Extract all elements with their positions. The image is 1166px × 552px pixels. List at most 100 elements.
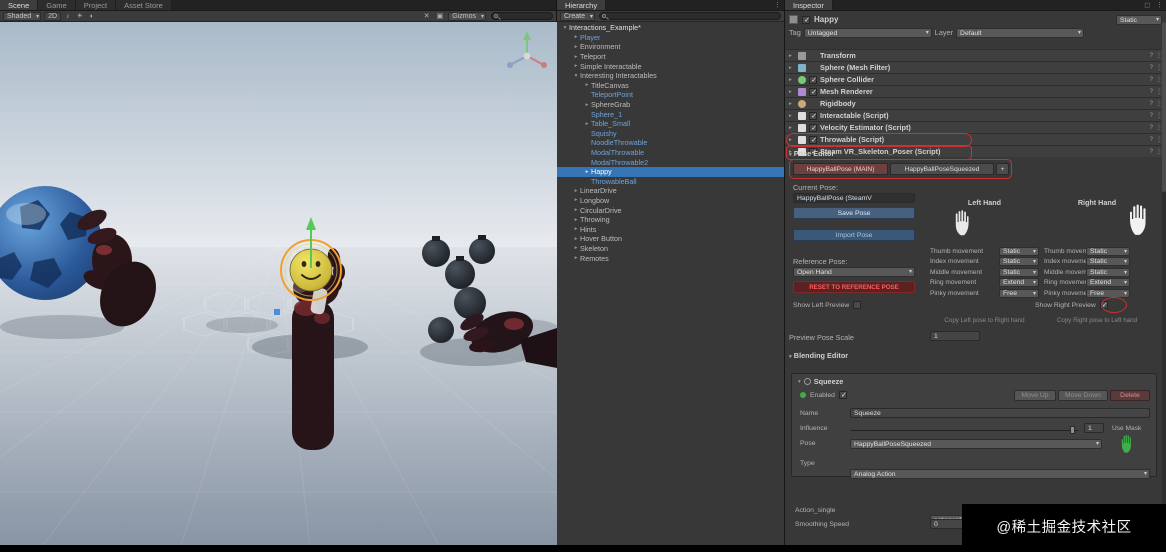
- foldout-arrow-icon[interactable]: ▸: [572, 226, 580, 232]
- help-icon[interactable]: ?: [1150, 125, 1153, 131]
- foldout-arrow-icon[interactable]: ▸: [572, 197, 580, 203]
- scene-lighting-icon[interactable]: ☀: [75, 12, 85, 20]
- foldout-arrow-icon[interactable]: ▸: [572, 34, 580, 40]
- preview-pose-scale-field[interactable]: 1: [930, 331, 980, 341]
- foldout-arrow-icon[interactable]: ▸: [572, 255, 580, 261]
- foldout-arrow-icon[interactable]: ▾: [572, 73, 580, 79]
- help-icon[interactable]: ?: [1150, 65, 1153, 71]
- add-pose-tab-button[interactable]: +: [996, 163, 1009, 175]
- panel-tab[interactable]: Asset Store: [116, 0, 172, 10]
- move-gizmo-handle[interactable]: [274, 309, 280, 315]
- finger-movement-dropdown-right[interactable]: Static: [1086, 257, 1130, 267]
- pose-editor-foldout[interactable]: ▾ Pose Editor: [789, 149, 834, 158]
- foldout-arrow-icon[interactable]: ▸: [572, 63, 580, 69]
- foldout-arrow-icon[interactable]: ▸: [789, 113, 795, 119]
- hierarchy-item[interactable]: ▸ CircularDrive: [557, 205, 784, 215]
- gameobject-name[interactable]: Happy: [814, 15, 838, 24]
- component-enabled-checkbox[interactable]: [809, 123, 818, 132]
- tag-dropdown[interactable]: Untagged: [803, 27, 932, 38]
- foldout-arrow-icon[interactable]: ▸: [789, 101, 795, 107]
- hierarchy-item[interactable]: ▸ Player: [557, 33, 784, 43]
- finger-movement-dropdown-right[interactable]: Extend: [1086, 278, 1130, 288]
- hierarchy-item[interactable]: ▸ Happy: [557, 166, 784, 177]
- component-header[interactable]: ▸ Rigidbody ? ⋮: [785, 97, 1166, 109]
- finger-movement-dropdown-left[interactable]: Extend: [999, 278, 1039, 288]
- finger-movement-dropdown-left[interactable]: Static: [999, 267, 1039, 277]
- component-header[interactable]: ▸ Mesh Renderer ? ⋮: [785, 85, 1166, 97]
- hierarchy-item[interactable]: NoodleThrowable: [557, 138, 784, 148]
- layer-dropdown[interactable]: Default: [956, 27, 1085, 38]
- hierarchy-item[interactable]: ModalThrowable: [557, 148, 784, 158]
- hierarchy-item[interactable]: ▸ Longbow: [557, 196, 784, 206]
- create-dropdown[interactable]: Create: [560, 11, 596, 21]
- copy-left-to-right-button[interactable]: Copy Left pose to Right hand: [930, 317, 1039, 324]
- component-header[interactable]: ▸ Interactable (Script) ? ⋮: [785, 109, 1166, 121]
- component-enabled-checkbox[interactable]: [809, 111, 818, 120]
- hierarchy-item[interactable]: ▸ Hints: [557, 224, 784, 234]
- foldout-arrow-icon[interactable]: ▸: [789, 53, 795, 59]
- finger-movement-dropdown-left[interactable]: Static: [999, 257, 1039, 267]
- influence-slider[interactable]: [850, 426, 1078, 434]
- influence-slider-handle[interactable]: [1070, 426, 1075, 434]
- influence-value-field[interactable]: 1: [1084, 423, 1104, 433]
- hierarchy-item[interactable]: ▸ Remotes: [557, 253, 784, 263]
- component-header[interactable]: ▸ Transform ? ⋮: [785, 49, 1166, 61]
- import-pose-button[interactable]: Import Pose: [793, 229, 915, 241]
- hierarchy-item[interactable]: Squishy: [557, 129, 784, 139]
- finger-movement-dropdown-right[interactable]: Free: [1086, 288, 1130, 298]
- foldout-arrow-icon[interactable]: ▸: [789, 77, 795, 83]
- foldout-arrow-icon[interactable]: ▸: [789, 125, 795, 131]
- foldout-arrow-icon[interactable]: ▸: [572, 54, 580, 60]
- component-enabled-checkbox[interactable]: [809, 87, 818, 96]
- gizmos-dropdown[interactable]: Gizmos: [448, 11, 486, 21]
- foldout-arrow-icon[interactable]: ▸: [583, 102, 591, 108]
- move-up-button[interactable]: Move Up: [1014, 390, 1056, 401]
- scene-tool-icon-1[interactable]: ✕: [422, 12, 432, 20]
- foldout-arrow-icon[interactable]: ▾: [798, 379, 801, 385]
- component-enabled-checkbox[interactable]: [809, 135, 818, 144]
- hierarchy-item[interactable]: ▸ Simple Interactable: [557, 61, 784, 71]
- component-header[interactable]: ▸ Sphere Collider ? ⋮: [785, 73, 1166, 85]
- hierarchy-tab[interactable]: Hierarchy: [557, 0, 607, 10]
- hierarchy-menu-icon[interactable]: ⋮: [771, 0, 784, 10]
- foldout-arrow-icon[interactable]: ▸: [789, 137, 795, 143]
- mask-hand-icon[interactable]: [1120, 434, 1133, 459]
- reset-reference-pose-button[interactable]: RESET TO REFERENCE POSE: [793, 281, 915, 293]
- pose-tab-squeezed[interactable]: HappyBallPoseSqueezed: [890, 163, 994, 175]
- enabled-checkbox[interactable]: [838, 391, 848, 399]
- finger-movement-dropdown-left[interactable]: Free: [999, 288, 1039, 298]
- finger-movement-dropdown-left[interactable]: Static: [999, 247, 1039, 256]
- hierarchy-item[interactable]: ▸ Hover Button: [557, 234, 784, 244]
- foldout-arrow-icon[interactable]: ▾: [561, 25, 569, 31]
- type-dropdown[interactable]: Analog Action: [850, 469, 1150, 479]
- panel-tab[interactable]: Game: [38, 0, 76, 10]
- inspector-menu-icon[interactable]: ⋮: [1153, 0, 1166, 10]
- hierarchy-item[interactable]: ▸ Teleport: [557, 52, 784, 62]
- help-icon[interactable]: ?: [1150, 101, 1153, 107]
- shading-mode-dropdown[interactable]: Shaded: [3, 11, 42, 21]
- help-icon[interactable]: ?: [1150, 137, 1153, 143]
- hierarchy-item[interactable]: TeleportPoint: [557, 90, 784, 100]
- copy-right-to-left-button[interactable]: Copy Right pose to Left hand: [1041, 317, 1153, 324]
- save-pose-button[interactable]: Save Pose: [793, 207, 915, 219]
- 2d-toggle[interactable]: 2D: [44, 11, 62, 21]
- gameobject-active-checkbox[interactable]: [802, 15, 811, 24]
- show-left-preview-checkbox[interactable]: [853, 301, 862, 309]
- foldout-arrow-icon[interactable]: ▾: [789, 354, 792, 360]
- lock-icon[interactable]: ◻: [1141, 0, 1153, 10]
- scrollbar-thumb[interactable]: [1162, 22, 1166, 192]
- scene-effects-icon[interactable]: ◐: [88, 13, 96, 20]
- help-icon[interactable]: ?: [1150, 149, 1153, 155]
- current-pose-object-field[interactable]: HappyBallPose (SteamV: [793, 193, 915, 203]
- hierarchy-item[interactable]: ▾ Interesting Interactables: [557, 71, 784, 81]
- delete-button[interactable]: Delete: [1110, 390, 1150, 401]
- component-header[interactable]: ▸ Velocity Estimator (Script) ? ⋮: [785, 121, 1166, 133]
- scene-viewport[interactable]: [0, 22, 557, 548]
- component-enabled-checkbox[interactable]: [809, 75, 818, 84]
- help-icon[interactable]: ?: [1150, 53, 1153, 59]
- pose-tab-main[interactable]: HappyBallPose (MAIN): [793, 163, 888, 175]
- help-icon[interactable]: ?: [1150, 77, 1153, 83]
- foldout-arrow-icon[interactable]: ▸: [583, 169, 591, 175]
- hierarchy-item[interactable]: ▸ LinearDrive: [557, 186, 784, 196]
- hierarchy-item[interactable]: Sphere_1: [557, 109, 784, 119]
